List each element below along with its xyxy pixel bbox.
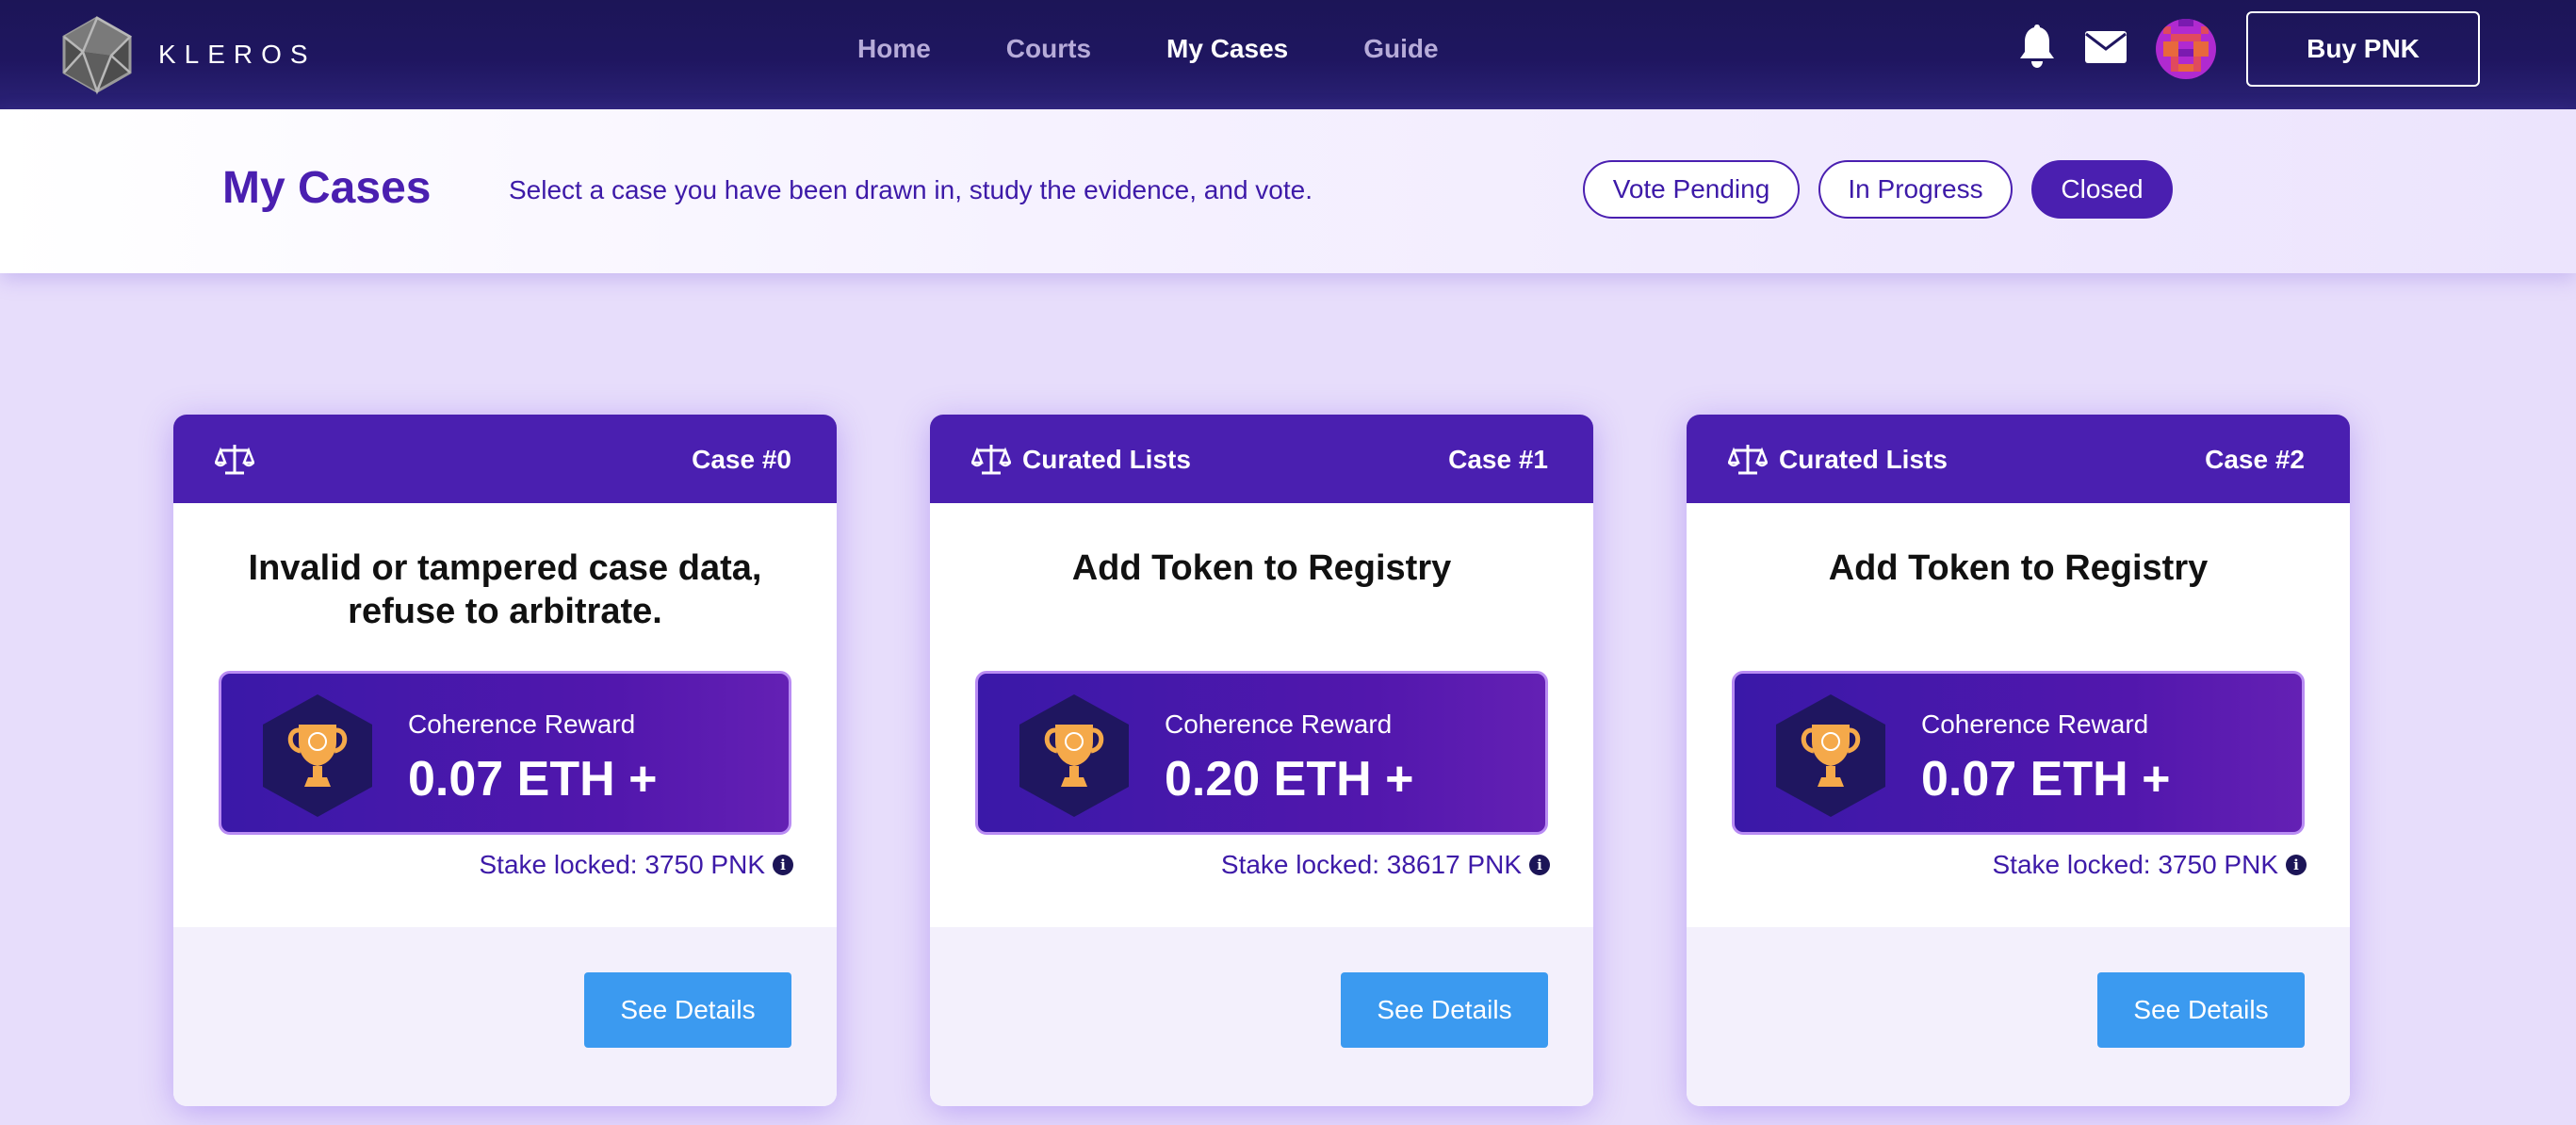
- filter-closed[interactable]: Closed: [2031, 160, 2173, 219]
- brand-name: KLEROS: [158, 40, 317, 69]
- buy-pnk-button[interactable]: Buy PNK: [2246, 11, 2480, 87]
- reward-label: Coherence Reward: [408, 709, 636, 739]
- scale-icon: [1728, 445, 1768, 475]
- page-description: Select a case you have been drawn in, st…: [509, 175, 1313, 204]
- filter-in-progress[interactable]: In Progress: [1818, 160, 2013, 219]
- trophy-icon: [1776, 694, 1885, 817]
- case-card-header: Curated Lists Case #2: [1687, 415, 2350, 503]
- case-title: Invalid or tampered case data, refuse to…: [248, 548, 762, 631]
- case-card-2: Curated Lists Case #2 Add Token to Regis…: [1687, 415, 2350, 1106]
- stake-text: Stake locked: 3750 PNK: [1992, 850, 2278, 879]
- mail-icon[interactable]: [2084, 30, 2128, 64]
- see-details-button[interactable]: See Details: [1341, 972, 1548, 1048]
- kleros-logo-icon: [62, 16, 133, 95]
- trophy-icon: [263, 694, 372, 817]
- reward-label: Coherence Reward: [1921, 709, 2149, 739]
- case-card-header: Curated Lists Case #1: [930, 415, 1593, 503]
- nav-item-courts[interactable]: Courts: [1006, 34, 1091, 64]
- case-court: Curated Lists: [1022, 445, 1191, 474]
- case-number: Case #0: [692, 445, 791, 474]
- case-court: Curated Lists: [1779, 445, 1948, 474]
- logo[interactable]: KLEROS: [57, 12, 317, 97]
- trophy-icon: [1019, 694, 1129, 817]
- case-title: Add Token to Registry: [1828, 548, 2209, 588]
- coherence-reward-panel: Coherence Reward 0.07 ETH +: [219, 671, 791, 835]
- coherence-reward-panel: Coherence Reward 0.07 ETH +: [1732, 671, 2305, 835]
- stake-locked: Stake locked: 3750 PNK i: [1992, 850, 2307, 880]
- reward-value: 0.07 ETH +: [408, 752, 658, 807]
- scale-icon: [971, 445, 1011, 475]
- see-details-button[interactable]: See Details: [584, 972, 791, 1048]
- case-card-footer: See Details: [1687, 927, 2350, 1106]
- case-card-footer: See Details: [930, 927, 1593, 1106]
- avatar[interactable]: [2156, 19, 2216, 79]
- case-card-1: Curated Lists Case #1 Add Token to Regis…: [930, 415, 1593, 1106]
- case-card-footer: See Details: [173, 927, 837, 1106]
- stake-locked: Stake locked: 38617 PNK i: [1221, 850, 1550, 880]
- top-navbar: KLEROS Home Courts My Cases Guide Buy PN…: [0, 0, 2576, 109]
- reward-value: 0.07 ETH +: [1921, 752, 2171, 807]
- info-icon[interactable]: i: [2286, 855, 2307, 875]
- bell-icon[interactable]: [2016, 23, 2058, 70]
- case-title: Add Token to Registry: [1071, 548, 1452, 588]
- reward-value: 0.20 ETH +: [1165, 752, 1414, 807]
- stake-text: Stake locked: 3750 PNK: [479, 850, 765, 879]
- main-nav: Home Courts My Cases Guide: [857, 0, 1514, 98]
- reward-label: Coherence Reward: [1165, 709, 1393, 739]
- nav-item-home[interactable]: Home: [857, 34, 931, 64]
- stake-text: Stake locked: 38617 PNK: [1220, 850, 1522, 879]
- scale-icon: [215, 445, 254, 475]
- case-card-header: Case #0: [173, 415, 837, 503]
- case-number: Case #1: [1448, 445, 1548, 474]
- page-title: My Cases: [222, 163, 432, 213]
- nav-item-my-cases[interactable]: My Cases: [1166, 34, 1288, 64]
- nav-item-guide[interactable]: Guide: [1363, 34, 1438, 64]
- see-details-button[interactable]: See Details: [2097, 972, 2305, 1048]
- info-icon[interactable]: i: [1529, 855, 1550, 875]
- filter-vote-pending[interactable]: Vote Pending: [1583, 160, 1800, 219]
- info-icon[interactable]: i: [773, 855, 793, 875]
- case-card-0: Case #0 Invalid or tampered case data, r…: [173, 415, 837, 1106]
- case-number: Case #2: [2205, 445, 2305, 474]
- coherence-reward-panel: Coherence Reward 0.20 ETH +: [975, 671, 1548, 835]
- stake-locked: Stake locked: 3750 PNK i: [479, 850, 793, 880]
- page-header: My Cases Select a case you have been dra…: [0, 109, 2576, 273]
